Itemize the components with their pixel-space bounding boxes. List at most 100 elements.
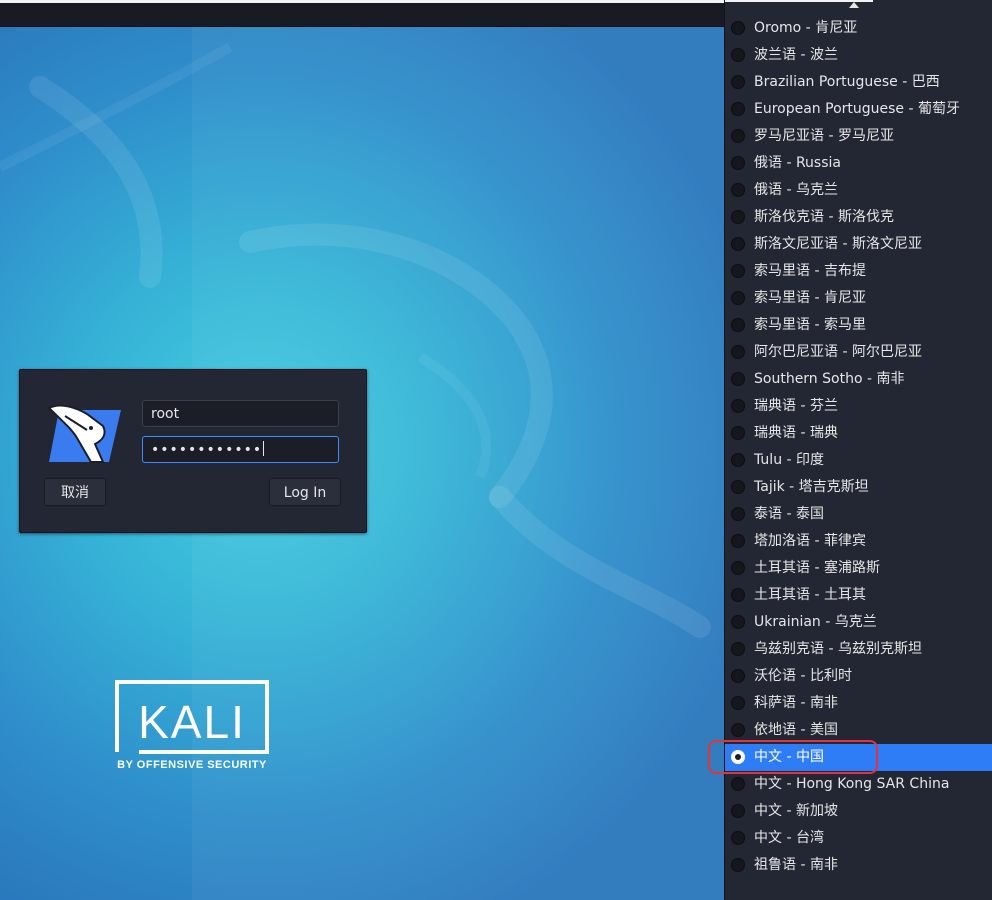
language-item[interactable]: 俄语 - 乌克兰 bbox=[725, 177, 992, 204]
radio-button-icon[interactable] bbox=[731, 75, 745, 89]
language-item[interactable]: 中文 - 新加坡 bbox=[725, 798, 992, 825]
language-menu: Oromo - 肯尼亚 波兰语 - 波兰 Brazilian Portuguese … bbox=[724, 0, 992, 900]
language-item[interactable]: 斯洛文尼亚语 - 斯洛文尼亚 bbox=[725, 231, 992, 258]
language-item[interactable]: Tajik - 塔吉克斯坦 bbox=[725, 474, 992, 501]
top-panel bbox=[0, 0, 726, 27]
language-item[interactable]: 依地语 - 美国 bbox=[725, 717, 992, 744]
radio-button-icon[interactable] bbox=[731, 183, 745, 197]
login-dialog: root •••••••••••• 取消 Log In bbox=[19, 369, 367, 533]
language-item[interactable]: 斯洛伐克语 - 斯洛伐克 bbox=[725, 204, 992, 231]
radio-button-icon[interactable] bbox=[731, 588, 745, 602]
language-item[interactable]: Oromo - 肯尼亚 bbox=[725, 15, 992, 42]
language-item[interactable]: Tulu - 印度 bbox=[725, 447, 992, 474]
language-label: 祖鲁语 - 南非 bbox=[754, 857, 838, 873]
scroll-up-icon[interactable] bbox=[849, 2, 859, 8]
kali-logo: KALI BY OFFENSIVE SECURITY bbox=[115, 680, 269, 771]
language-item[interactable]: 瑞典语 - 瑞典 bbox=[725, 420, 992, 447]
password-field[interactable]: •••••••••••• bbox=[142, 436, 339, 463]
language-item[interactable]: 祖鲁语 - 南非 bbox=[725, 852, 992, 879]
language-item[interactable]: 阿尔巴尼亚语 - 阿尔巴尼亚 bbox=[725, 339, 992, 366]
radio-button-icon[interactable] bbox=[731, 129, 745, 143]
language-item[interactable]: 塔加洛语 - 菲律宾 bbox=[725, 528, 992, 555]
kali-tagline: BY OFFENSIVE SECURITY bbox=[117, 759, 267, 771]
language-label: 瑞典语 - 芬兰 bbox=[754, 398, 838, 414]
language-item[interactable]: 中文 - 台湾 bbox=[725, 825, 992, 852]
language-label: 索马里语 - 肯尼亚 bbox=[754, 290, 866, 306]
language-item[interactable]: 波兰语 - 波兰 bbox=[725, 42, 992, 69]
radio-button-icon[interactable] bbox=[731, 372, 745, 386]
language-label: Brazilian Portuguese - 巴西 bbox=[754, 74, 940, 90]
language-item[interactable]: European Portuguese - 葡萄牙 bbox=[725, 96, 992, 123]
language-label: 沃伦语 - 比利时 bbox=[754, 668, 852, 684]
language-item[interactable]: 索马里语 - 吉布提 bbox=[725, 258, 992, 285]
language-label: 阿尔巴尼亚语 - 阿尔巴尼亚 bbox=[754, 344, 922, 360]
language-item[interactable]: 中文 - 中国 bbox=[725, 744, 992, 771]
radio-button-icon[interactable] bbox=[731, 291, 745, 305]
language-item[interactable]: Southern Sotho - 南非 bbox=[725, 366, 992, 393]
language-label: 索马里语 - 吉布提 bbox=[754, 263, 866, 279]
kali-avatar-icon bbox=[47, 404, 121, 463]
language-item[interactable]: 俄语 - Russia bbox=[725, 150, 992, 177]
radio-button-icon[interactable] bbox=[731, 102, 745, 116]
radio-button-icon[interactable] bbox=[731, 858, 745, 872]
kali-logo-text: KALI bbox=[138, 696, 246, 748]
radio-button-icon[interactable] bbox=[731, 399, 745, 413]
username-value: root bbox=[151, 406, 180, 422]
radio-button-icon[interactable] bbox=[731, 21, 745, 35]
radio-button-icon[interactable] bbox=[731, 777, 745, 791]
radio-button-icon[interactable] bbox=[731, 642, 745, 656]
radio-button-icon[interactable] bbox=[731, 615, 745, 629]
radio-button-icon[interactable] bbox=[731, 318, 745, 332]
radio-button-icon[interactable] bbox=[731, 237, 745, 251]
radio-button-icon[interactable] bbox=[731, 426, 745, 440]
language-label: 瑞典语 - 瑞典 bbox=[754, 425, 838, 441]
language-label: Southern Sotho - 南非 bbox=[754, 371, 905, 387]
language-item[interactable]: 沃伦语 - 比利时 bbox=[725, 663, 992, 690]
radio-button-icon[interactable] bbox=[731, 561, 745, 575]
language-list: Oromo - 肯尼亚 波兰语 - 波兰 Brazilian Portuguese … bbox=[725, 15, 992, 879]
radio-button-icon[interactable] bbox=[731, 696, 745, 710]
language-item[interactable]: 土耳其语 - 塞浦路斯 bbox=[725, 555, 992, 582]
radio-button-icon[interactable] bbox=[731, 534, 745, 548]
language-item[interactable]: 中文 - Hong Kong SAR China bbox=[725, 771, 992, 798]
radio-button-icon[interactable] bbox=[731, 480, 745, 494]
language-label: 俄语 - Russia bbox=[754, 155, 841, 171]
radio-button-icon[interactable] bbox=[731, 831, 745, 845]
language-item[interactable]: 罗马尼亚语 - 罗马尼亚 bbox=[725, 123, 992, 150]
radio-button-icon[interactable] bbox=[731, 345, 745, 359]
top-edge bbox=[0, 0, 726, 3]
radio-button-icon[interactable] bbox=[731, 507, 745, 521]
language-item[interactable]: Ukrainian - 乌克兰 bbox=[725, 609, 992, 636]
language-label: 俄语 - 乌克兰 bbox=[754, 182, 838, 198]
language-label: 中文 - 台湾 bbox=[754, 830, 824, 846]
login-button[interactable]: Log In bbox=[269, 478, 341, 506]
radio-button-icon[interactable] bbox=[731, 804, 745, 818]
username-field[interactable]: root bbox=[142, 400, 339, 427]
language-item[interactable]: 瑞典语 - 芬兰 bbox=[725, 393, 992, 420]
radio-button-icon[interactable] bbox=[731, 723, 745, 737]
language-label: 斯洛伐克语 - 斯洛伐克 bbox=[754, 209, 894, 225]
password-mask: •••••••••••• bbox=[151, 442, 263, 458]
cancel-button[interactable]: 取消 bbox=[44, 478, 106, 506]
radio-button-icon[interactable] bbox=[731, 210, 745, 224]
language-label: European Portuguese - 葡萄牙 bbox=[754, 101, 960, 117]
radio-button-icon[interactable] bbox=[731, 750, 745, 764]
language-label: Tajik - 塔吉克斯坦 bbox=[754, 479, 869, 495]
language-label: 中文 - Hong Kong SAR China bbox=[754, 776, 950, 792]
language-item[interactable]: 乌兹别克语 - 乌兹别克斯坦 bbox=[725, 636, 992, 663]
language-label: 塔加洛语 - 菲律宾 bbox=[754, 533, 866, 549]
text-cursor bbox=[263, 441, 265, 456]
language-item[interactable]: 索马里语 - 索马里 bbox=[725, 312, 992, 339]
language-item[interactable]: 土耳其语 - 土耳其 bbox=[725, 582, 992, 609]
language-item[interactable]: 索马里语 - 肯尼亚 bbox=[725, 285, 992, 312]
radio-button-icon[interactable] bbox=[731, 156, 745, 170]
language-item[interactable]: 科萨语 - 南非 bbox=[725, 690, 992, 717]
language-item[interactable]: Brazilian Portuguese - 巴西 bbox=[725, 69, 992, 96]
language-item[interactable]: 泰语 - 泰国 bbox=[725, 501, 992, 528]
radio-button-icon[interactable] bbox=[731, 453, 745, 467]
language-label: 乌兹别克语 - 乌兹别克斯坦 bbox=[754, 641, 922, 657]
radio-button-icon[interactable] bbox=[731, 264, 745, 278]
language-label: 土耳其语 - 塞浦路斯 bbox=[754, 560, 880, 576]
radio-button-icon[interactable] bbox=[731, 48, 745, 62]
radio-button-icon[interactable] bbox=[731, 669, 745, 683]
